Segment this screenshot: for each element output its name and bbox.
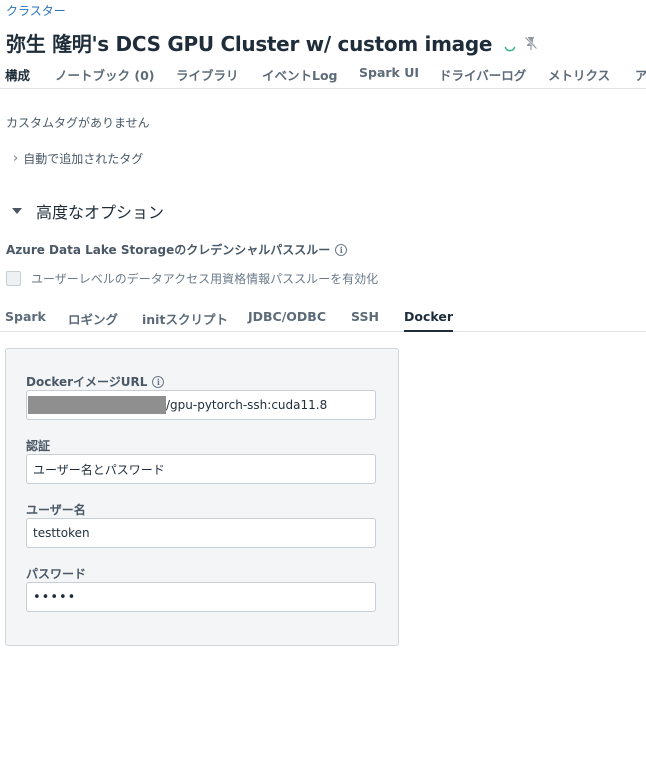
tab-libraries[interactable]: ライブラリ [176,65,239,84]
passthrough-checkbox-label[interactable]: ユーザーレベルのデータアクセス用資格情報パススルーを有効化 [31,270,378,287]
adls-passthrough-heading: Azure Data Lake Storageのクレデンシャルパススルー i [6,241,348,258]
main-tab-bar: 構成 ノートブック (0) ライブラリ イベントLog Spark UI ドライ… [0,60,646,89]
no-custom-tags-text: カスタムタグがありません [6,116,150,130]
password-masked-value: ••••• [33,589,77,605]
password-input[interactable]: ••••• [26,582,376,612]
adls-passthrough-title: Azure Data Lake Storageのクレデンシャルパススルー [6,243,331,257]
docker-image-url-input[interactable]: /gpu-pytorch-ssh:cuda11.8 [26,390,376,420]
tab-init-scripts[interactable]: initスクリプト [142,309,228,328]
info-icon[interactable]: i [152,375,165,388]
advanced-options-toggle[interactable]: 高度なオプション [12,199,164,223]
docker-image-url-value: /gpu-pytorch-ssh:cuda11.8 [166,398,328,412]
chevron-right-icon: › [13,151,19,166]
tab-ssh[interactable]: SSH [351,309,379,324]
tab-driver-logs[interactable]: ドライバーログ [439,65,526,84]
tab-logging[interactable]: ロギング [68,309,118,328]
docker-image-url-label: DockerイメージURL [26,375,148,389]
tab-notebooks[interactable]: ノートブック (0) [55,65,154,84]
breadcrumb[interactable]: クラスター [6,2,66,19]
tab-docker[interactable]: Docker [404,309,453,332]
title-row: 弥生 隆明's DCS GPU Cluster w/ custom image [6,28,539,57]
username-label: ユーザー名 [26,503,86,517]
passthrough-option: ユーザーレベルのデータアクセス用資格情報パススルーを有効化 [6,270,378,287]
auto-added-tags-label: 自動で追加されたタグ [23,152,144,166]
docker-settings-panel: DockerイメージURL i /gpu-pytorch-ssh:cuda11.… [5,348,399,646]
docker-image-url-heading: DockerイメージURL i [26,373,165,390]
tab-metrics[interactable]: メトリクス [548,65,610,84]
spinner-icon [504,46,516,51]
password-label: パスワード [26,567,87,581]
redacted-registry-block [28,396,166,414]
auth-select[interactable]: ユーザー名とパスワード [26,454,376,484]
tab-configuration[interactable]: 構成 [5,65,30,84]
tab-spark[interactable]: Spark [5,309,46,324]
advanced-options-tab-bar: Spark ロギング initスクリプト JDBC/ODBC SSH Docke… [0,306,646,332]
tab-event-log[interactable]: イベントLog [262,65,338,84]
pin-off-icon[interactable] [523,35,539,51]
username-input[interactable]: testtoken [26,518,376,548]
tab-spark-ui[interactable]: Spark UI [359,65,419,80]
page-title: 弥生 隆明's DCS GPU Cluster w/ custom image [6,32,493,56]
passthrough-checkbox[interactable] [6,271,21,286]
caret-down-icon [12,208,22,214]
auth-label: 認証 [26,439,51,453]
advanced-options-label: 高度なオプション [36,203,165,222]
info-icon[interactable]: i [335,243,348,256]
tab-jdbc-odbc[interactable]: JDBC/ODBC [248,309,326,324]
tab-apps-truncated[interactable]: ア [635,65,646,84]
auto-added-tags-toggle[interactable]: › 自動で追加されたタグ [13,150,143,167]
